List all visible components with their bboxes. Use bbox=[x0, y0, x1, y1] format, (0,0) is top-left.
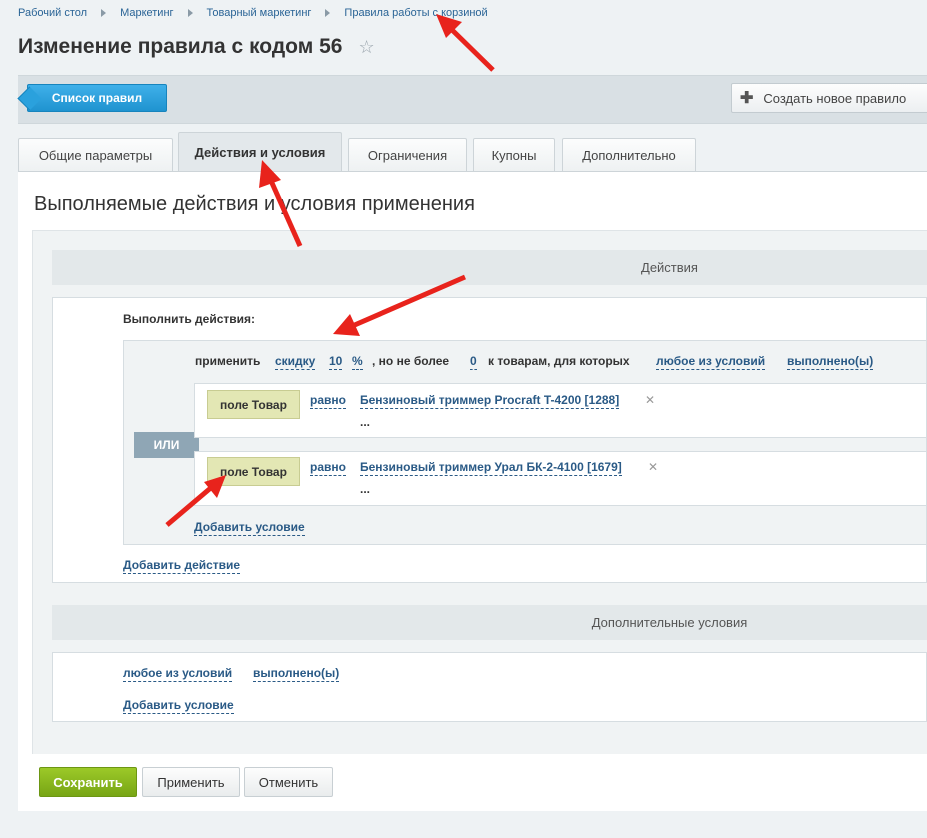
remove-condition-icon[interactable]: ✕ bbox=[645, 393, 655, 407]
chevron-right-icon bbox=[101, 9, 107, 17]
condition-field-1[interactable]: поле Товар bbox=[207, 390, 300, 419]
page-footer-bg bbox=[0, 811, 927, 838]
tab-actions-conditions[interactable]: Действия и условия bbox=[178, 132, 342, 172]
condition-field-2[interactable]: поле Товар bbox=[207, 457, 300, 486]
chevron-right-icon bbox=[325, 9, 331, 17]
save-button[interactable]: Сохранить bbox=[39, 767, 137, 797]
any-conditions-link[interactable]: любое из условий bbox=[656, 354, 766, 370]
add-condition-link[interactable]: Добавить условие bbox=[194, 520, 305, 536]
condition-value-1[interactable]: Бензиновый триммер Procraft T-4200 [1288… bbox=[360, 393, 620, 409]
chevron-right-icon bbox=[187, 9, 193, 17]
discount-type-link[interactable]: скидку bbox=[275, 354, 316, 370]
rule-list-button[interactable]: Список правил bbox=[27, 84, 167, 112]
breadcrumb-item-desktop[interactable]: Рабочий стол bbox=[18, 7, 87, 19]
not-more-text: , но не более bbox=[372, 354, 450, 368]
extra-conditions-header: Дополнительные условия bbox=[52, 605, 927, 640]
condition-row-1 bbox=[194, 383, 927, 438]
extra-fulfilled-link[interactable]: выполнено(ы) bbox=[253, 666, 340, 682]
tab-general[interactable]: Общие параметры bbox=[18, 138, 173, 171]
discount-amount-link[interactable]: 10 bbox=[329, 354, 343, 370]
fulfilled-link[interactable]: выполнено(ы) bbox=[787, 354, 874, 370]
apply-word: применить bbox=[195, 354, 261, 368]
apply-button[interactable]: Применить bbox=[142, 767, 240, 797]
create-rule-button[interactable]: ✚ Создать новое правило bbox=[731, 83, 927, 113]
breadcrumb-item-marketing[interactable]: Маркетинг bbox=[120, 7, 173, 19]
plus-icon: ✚ bbox=[740, 90, 754, 107]
action-group bbox=[123, 340, 927, 545]
breadcrumb-item-cart-rules[interactable]: Правила работы с корзиной bbox=[344, 7, 487, 19]
page-title-row: Изменение правила с кодом 56 ☆ bbox=[18, 35, 375, 59]
for-goods-text: к товарам, для которых bbox=[488, 354, 630, 368]
section-title: Выполняемые действия и условия применени… bbox=[34, 193, 475, 215]
extra-any-conditions-link[interactable]: любое из условий bbox=[123, 666, 233, 682]
extra-add-condition-link[interactable]: Добавить условие bbox=[123, 698, 234, 714]
actions-header: Действия bbox=[52, 250, 927, 285]
breadcrumb: Рабочий стол Маркетинг Товарный маркетин… bbox=[18, 7, 488, 19]
remove-condition-icon[interactable]: ✕ bbox=[648, 460, 658, 474]
tab-coupons[interactable]: Купоны bbox=[473, 138, 555, 171]
tab-restrictions[interactable]: Ограничения bbox=[348, 138, 467, 171]
condition-more-1[interactable]: ... bbox=[360, 415, 370, 429]
discount-unit-link[interactable]: % bbox=[352, 354, 363, 370]
breadcrumb-item-product-marketing[interactable]: Товарный маркетинг bbox=[207, 7, 312, 19]
page-title: Изменение правила с кодом 56 bbox=[18, 35, 343, 58]
star-icon[interactable]: ☆ bbox=[358, 37, 374, 58]
run-actions-label: Выполнить действия: bbox=[123, 312, 255, 326]
logic-or-badge[interactable]: ИЛИ bbox=[134, 432, 199, 458]
add-action-link[interactable]: Добавить действие bbox=[123, 558, 241, 574]
max-discount-link[interactable]: 0 bbox=[470, 354, 477, 370]
condition-operator-1[interactable]: равно bbox=[310, 393, 346, 409]
rule-list-label: Список правил bbox=[51, 91, 143, 105]
condition-value-2[interactable]: Бензиновый триммер Урал БК-2-4100 [1679] bbox=[360, 460, 622, 476]
condition-more-2[interactable]: ... bbox=[360, 482, 370, 496]
tab-additional[interactable]: Дополнительно bbox=[562, 138, 696, 171]
create-rule-label: Создать новое правило bbox=[763, 90, 907, 106]
cancel-button[interactable]: Отменить bbox=[244, 767, 333, 797]
red-arrow-icon bbox=[436, 14, 495, 72]
condition-operator-2[interactable]: равно bbox=[310, 460, 346, 476]
